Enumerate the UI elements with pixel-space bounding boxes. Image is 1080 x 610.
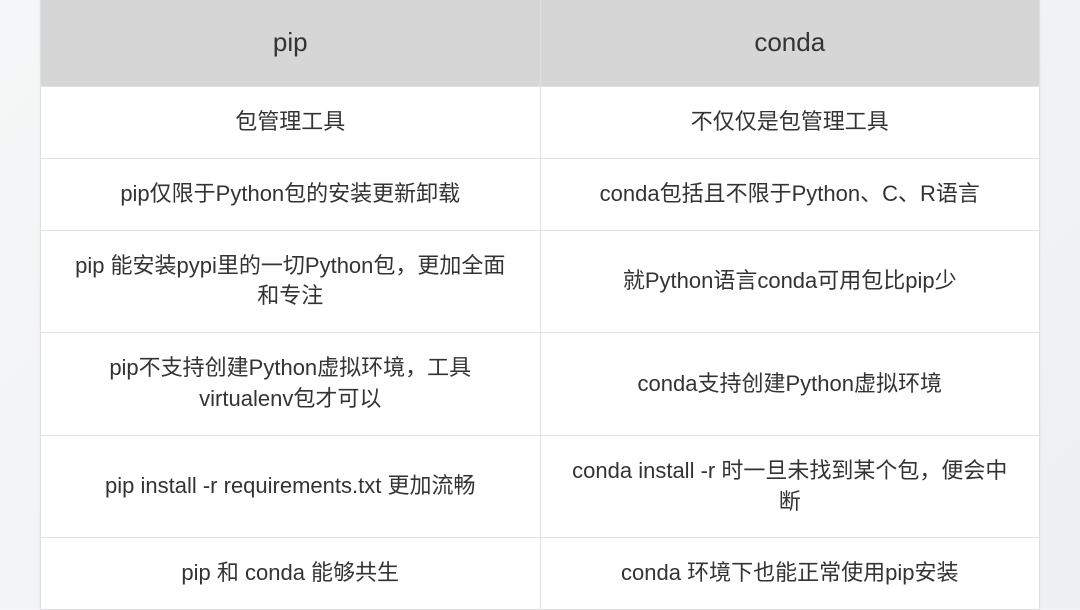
table-row: 包管理工具 不仅仅是包管理工具: [41, 86, 1039, 158]
cell-pip: pip不支持创建Python虚拟环境，工具virtualenv包才可以: [41, 333, 540, 436]
table-row: pip 和 conda 能够共生 conda 环境下也能正常使用pip安装: [41, 538, 1039, 609]
cell-conda: conda包括且不限于Python、C、R语言: [540, 158, 1039, 230]
cell-conda: 就Python语言conda可用包比pip少: [540, 230, 1039, 333]
table-header-row: pip conda: [41, 0, 1039, 86]
comparison-table-container: pip conda 包管理工具 不仅仅是包管理工具 pip仅限于Python包的…: [40, 0, 1040, 610]
cell-pip: pip install -r requirements.txt 更加流畅: [41, 435, 540, 538]
cell-conda: 不仅仅是包管理工具: [540, 86, 1039, 158]
table-row: pip 能安装pypi里的一切Python包，更加全面和专注 就Python语言…: [41, 230, 1039, 333]
table-row: pip不支持创建Python虚拟环境，工具virtualenv包才可以 cond…: [41, 333, 1039, 436]
cell-conda: conda 环境下也能正常使用pip安装: [540, 538, 1039, 609]
comparison-table: pip conda 包管理工具 不仅仅是包管理工具 pip仅限于Python包的…: [41, 0, 1039, 609]
header-conda: conda: [540, 0, 1039, 86]
cell-conda: conda install -r 时一旦未找到某个包，便会中断: [540, 435, 1039, 538]
cell-pip: pip 能安装pypi里的一切Python包，更加全面和专注: [41, 230, 540, 333]
cell-pip: pip仅限于Python包的安装更新卸载: [41, 158, 540, 230]
table-row: pip install -r requirements.txt 更加流畅 con…: [41, 435, 1039, 538]
table-row: pip仅限于Python包的安装更新卸载 conda包括且不限于Python、C…: [41, 158, 1039, 230]
header-pip: pip: [41, 0, 540, 86]
cell-conda: conda支持创建Python虚拟环境: [540, 333, 1039, 436]
cell-pip: 包管理工具: [41, 86, 540, 158]
cell-pip: pip 和 conda 能够共生: [41, 538, 540, 609]
